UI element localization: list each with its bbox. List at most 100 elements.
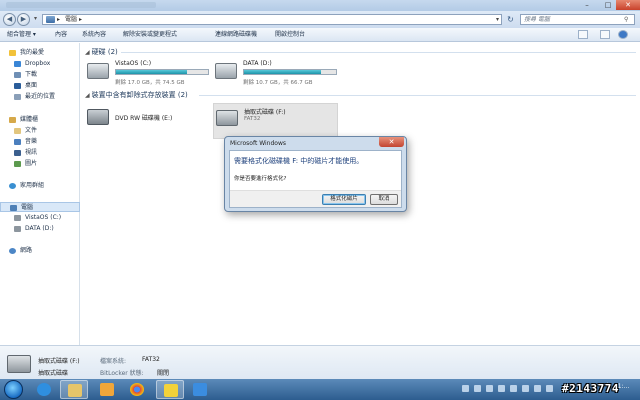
nav-data-drive[interactable]: DATA (D:) xyxy=(0,224,80,234)
hard-drive-icon xyxy=(87,63,109,79)
window-title xyxy=(6,2,156,8)
removable-disk-icon xyxy=(7,355,31,373)
drive-name: DVD RW 磁碟機 (E:) xyxy=(115,115,173,122)
nav-pictures-label: 圖片 xyxy=(25,160,38,167)
refresh-icon[interactable]: ↻ xyxy=(505,14,516,25)
details-pane: 抽取式磁碟 (F:) 抽取式磁碟 檔案系統: FAT32 BitLocker 狀… xyxy=(0,345,640,379)
nav-network[interactable]: 網路 xyxy=(0,246,80,256)
nav-libraries-label: 媒體櫃 xyxy=(20,116,39,123)
search-icon[interactable]: ⚲ xyxy=(624,15,628,24)
nav-vista-drive[interactable]: VistaOS (C:) xyxy=(0,213,80,223)
download-folder-icon xyxy=(14,72,21,78)
nav-homegroup[interactable]: 家用群組 xyxy=(0,181,80,191)
window-titlebar: – □ ✕ xyxy=(0,0,640,11)
details-bitlocker-value: 關閉 xyxy=(157,370,170,377)
map-network-drive-button[interactable]: 連線網路磁碟機 xyxy=(215,31,257,39)
dialog-message: 需要格式化磁碟機 F: 中的磁片才能使用。 xyxy=(234,157,364,165)
dialog-footer: 格式化磁片 取消 xyxy=(230,190,401,207)
breadcrumb-computer[interactable]: 電腦 xyxy=(65,15,77,24)
taskbar-chrome[interactable] xyxy=(123,380,151,399)
nav-network-label: 網路 xyxy=(20,247,33,254)
cancel-button[interactable]: 取消 xyxy=(370,194,398,205)
open-control-panel-button[interactable]: 開啟控制台 xyxy=(275,31,305,39)
taskbar-ie[interactable] xyxy=(30,380,58,399)
drive-vistaos[interactable]: VistaOS (C:) 剩餘 17.0 GB，共 74.5 GB xyxy=(85,57,210,93)
taskbar-app[interactable] xyxy=(156,380,184,399)
system-properties-button[interactable]: 系統內容 xyxy=(82,31,106,39)
hard-drive-icon xyxy=(14,226,21,232)
nav-pictures[interactable]: 圖片 xyxy=(0,159,80,169)
help-icon[interactable] xyxy=(618,30,628,39)
nav-desktop[interactable]: 桌面 xyxy=(0,81,80,91)
nav-favorites[interactable]: 我的最愛 xyxy=(0,48,80,58)
tray-icon[interactable] xyxy=(474,385,481,392)
details-drive-type: 抽取式磁碟 xyxy=(38,370,69,377)
back-button[interactable]: ◀ xyxy=(3,13,16,26)
tray-icon[interactable] xyxy=(462,385,469,392)
collapse-icon[interactable]: ◢ xyxy=(85,92,90,99)
removable-group-header[interactable]: ◢ 裝置中含有卸除式存放裝置 (2) xyxy=(85,90,188,100)
taskbar-explorer[interactable] xyxy=(60,380,88,399)
properties-button[interactable]: 內容 xyxy=(55,31,67,39)
tray-icon[interactable] xyxy=(510,385,517,392)
breadcrumb-arrow[interactable]: ▸ xyxy=(79,15,82,24)
hard-drive-icon xyxy=(215,63,237,79)
nav-recent-label: 最近的位置 xyxy=(25,93,56,100)
search-input[interactable]: 搜尋 電腦 ⚲ xyxy=(520,14,635,25)
drive-usage-fill xyxy=(116,70,187,74)
details-fs-label: 檔案系統: xyxy=(100,358,127,365)
format-disk-button[interactable]: 格式化磁片 xyxy=(322,194,366,205)
computer-icon xyxy=(46,16,55,23)
nav-dropbox[interactable]: Dropbox xyxy=(0,59,80,69)
minimize-button[interactable]: – xyxy=(576,0,598,10)
desktop-icon xyxy=(14,83,21,89)
taskbar: 下午 01:... xyxy=(0,379,640,400)
recent-places-icon xyxy=(14,94,21,100)
drive-data[interactable]: DATA (D:) 剩餘 10.7 GB，共 66.7 GB xyxy=(213,57,338,93)
nav-computer[interactable]: 電腦 xyxy=(0,202,80,212)
nav-videos[interactable]: 視訊 xyxy=(0,148,80,158)
start-button[interactable] xyxy=(4,380,23,399)
details-drive-name: 抽取式磁碟 (F:) xyxy=(38,358,80,365)
dialog-question: 你是否要進行格式化? xyxy=(234,176,287,182)
command-bar: 組合管理 ▾ 內容 系統內容 解除安裝或變更程式 連線網路磁碟機 開啟控制台 xyxy=(0,28,640,42)
recent-pages-button[interactable]: ▾ xyxy=(31,13,40,26)
drive-dvd[interactable]: DVD RW 磁碟機 (E:) xyxy=(85,103,210,139)
taskbar-media-player[interactable] xyxy=(93,380,121,399)
breadcrumb-arrow[interactable]: ▸ xyxy=(57,15,60,24)
folder-icon xyxy=(68,384,82,397)
tray-icon[interactable] xyxy=(546,385,553,392)
nav-computer-label: 電腦 xyxy=(21,204,34,211)
nav-videos-label: 視訊 xyxy=(25,149,38,156)
tray-icon[interactable] xyxy=(498,385,505,392)
hard-drive-icon xyxy=(14,215,21,221)
nav-music-label: 音樂 xyxy=(25,138,38,145)
hard-disks-group-header[interactable]: ◢ 硬碟 (2) xyxy=(85,47,118,57)
uninstall-program-button[interactable]: 解除安裝或變更程式 xyxy=(123,31,177,39)
homegroup-icon xyxy=(9,183,16,189)
network-icon xyxy=(9,248,16,254)
view-options-icon[interactable] xyxy=(578,30,588,39)
drive-removable-f[interactable]: 抽取式磁碟 (F:) FAT32 xyxy=(213,103,338,139)
drive-free-space: 剩餘 10.7 GB，共 66.7 GB xyxy=(243,80,313,86)
address-dropdown-icon[interactable]: ▾ xyxy=(496,15,499,24)
drive-name: VistaOS (C:) xyxy=(115,60,152,67)
pictures-icon xyxy=(14,161,21,167)
forward-button[interactable]: ▶ xyxy=(17,13,30,26)
address-bar[interactable]: ▸ 電腦 ▸ ▾ xyxy=(42,14,502,25)
close-window-button[interactable]: ✕ xyxy=(616,0,640,10)
nav-documents[interactable]: 文件 xyxy=(0,126,80,136)
tray-icon[interactable] xyxy=(534,385,541,392)
nav-music[interactable]: 音樂 xyxy=(0,137,80,147)
preview-pane-icon[interactable] xyxy=(600,30,610,39)
nav-downloads[interactable]: 下載 xyxy=(0,70,80,80)
drive-usage-bar xyxy=(115,69,209,75)
nav-recent[interactable]: 最近的位置 xyxy=(0,92,80,102)
tray-icon[interactable] xyxy=(522,385,529,392)
taskbar-dropbox[interactable] xyxy=(186,380,214,399)
dialog-close-button[interactable]: ✕ xyxy=(379,137,404,147)
nav-libraries[interactable]: 媒體櫃 xyxy=(0,115,80,125)
tray-icon[interactable] xyxy=(486,385,493,392)
organize-menu[interactable]: 組合管理 ▾ xyxy=(7,31,36,39)
collapse-icon[interactable]: ◢ xyxy=(85,49,90,56)
